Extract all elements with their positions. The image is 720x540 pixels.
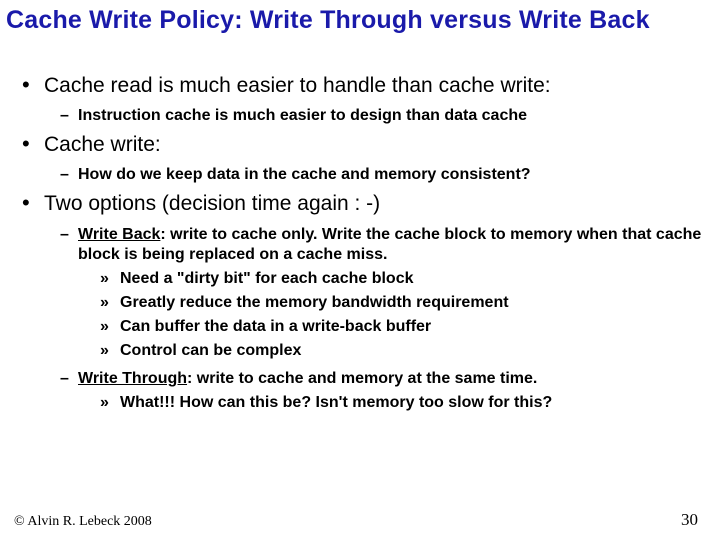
slide-body: Cache read is much easier to handle than… (0, 35, 720, 413)
page-number: 30 (681, 510, 698, 530)
dash-consistency: How do we keep data in the cache and mem… (78, 165, 702, 185)
bullet-cache-write: Cache write: (44, 132, 692, 157)
dirty-bit-a: Need a (120, 270, 177, 287)
dash-write-through: Write Through: write to cache and memory… (78, 369, 702, 389)
term-write-back: Write Back (78, 226, 160, 243)
dirty-bit-b: "dirty bit" (177, 270, 251, 287)
chev-too-slow: What!!! How can this be? Isn't memory to… (120, 393, 702, 413)
bullet-two-options: Two options (decision time again : -) (44, 191, 692, 216)
dash-write-back: Write Back: write to cache only. Write t… (78, 225, 702, 265)
copyright: © Alvin R. Lebeck 2008 (14, 514, 152, 530)
term-write-through: Write Through (78, 370, 187, 387)
chev-buffer: Can buffer the data in a write-back buff… (120, 317, 702, 337)
dirty-bit-c: for each cache block (251, 270, 414, 287)
slide-title: Cache Write Policy: Write Through versus… (0, 0, 720, 35)
chev-dirty-bit: Need a "dirty bit" for each cache block (120, 269, 702, 289)
write-back-desc: : write to cache only. Write the cache b… (78, 226, 701, 263)
chev-bandwidth: Greatly reduce the memory bandwidth requ… (120, 293, 702, 313)
dash-instruction-cache: Instruction cache is much easier to desi… (78, 106, 702, 126)
chev-control: Control can be complex (120, 341, 702, 361)
write-through-desc: : write to cache and memory at the same … (187, 370, 537, 387)
bullet-cache-read: Cache read is much easier to handle than… (44, 73, 692, 98)
